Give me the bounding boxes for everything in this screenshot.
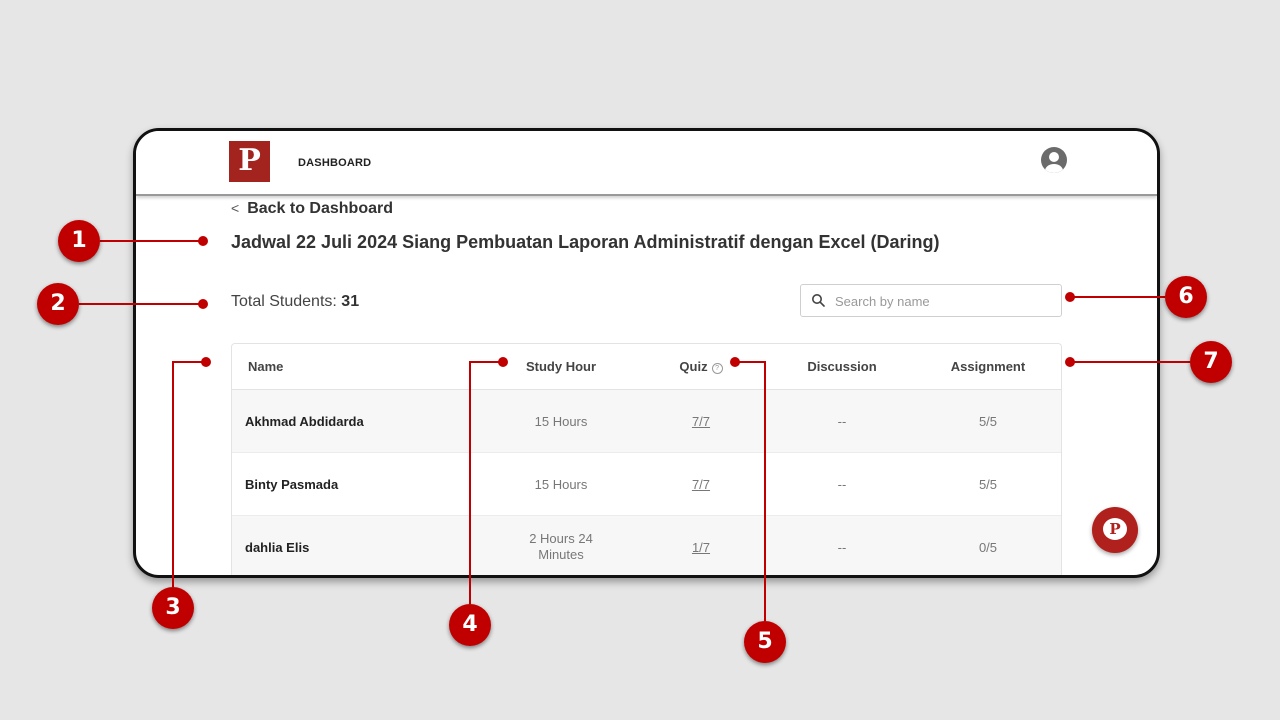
annotation-badge-3: 3 <box>152 587 194 629</box>
callout-dot <box>1065 357 1075 367</box>
callout-dot <box>1065 292 1075 302</box>
annotation-badge-6: 6 <box>1165 276 1207 318</box>
callout-dot <box>730 357 740 367</box>
annotation-badge-5: 5 <box>744 621 786 663</box>
annotation-badge-7: 7 <box>1190 341 1232 383</box>
annotation-badge-2: 2 <box>37 283 79 325</box>
annotation-badge-4: 4 <box>449 604 491 646</box>
annotation-badge-1: 1 <box>58 220 100 262</box>
callout-dot <box>201 357 211 367</box>
callout-dot <box>498 357 508 367</box>
callout-dot <box>198 299 208 309</box>
callout-dot <box>198 236 208 246</box>
